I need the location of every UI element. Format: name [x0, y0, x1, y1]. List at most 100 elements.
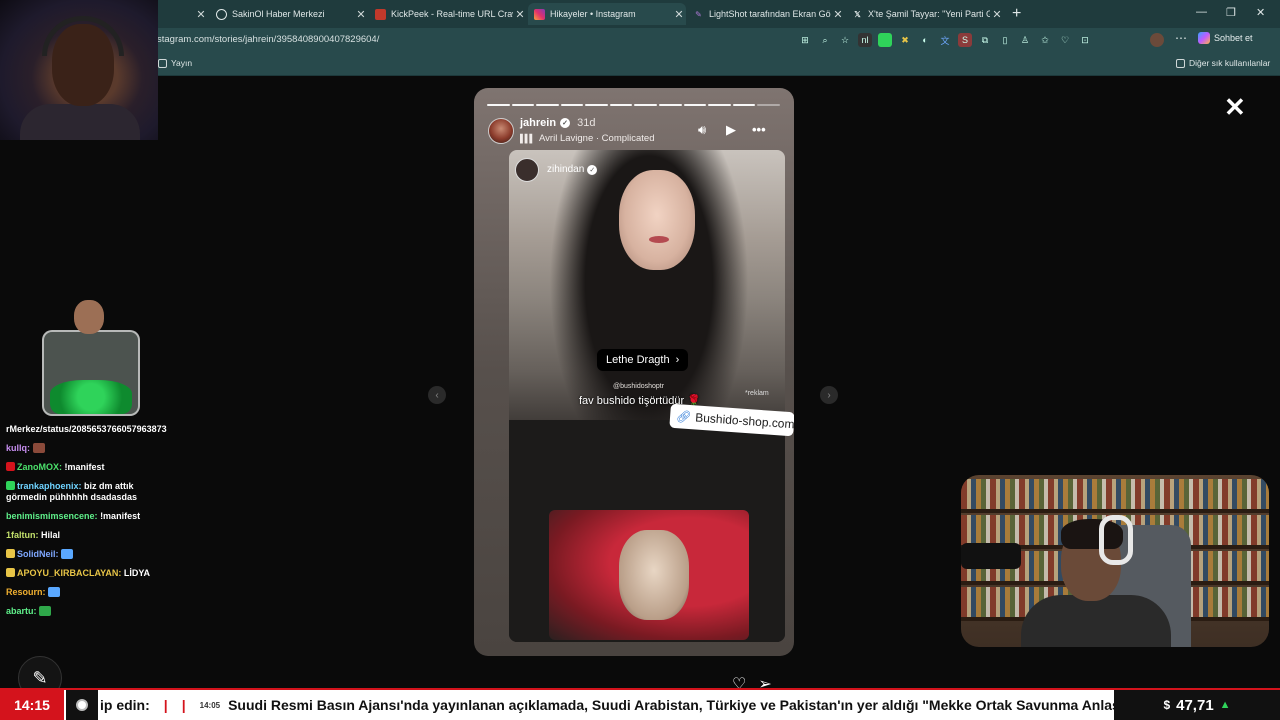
app-grid-icon[interactable]: ⊞ [798, 33, 812, 47]
headphones [1099, 515, 1133, 565]
volume-icon[interactable]: 🔊︎ [698, 122, 706, 138]
chat-badge [6, 462, 15, 471]
streamer-webcam-top [0, 0, 158, 140]
up-arrow-icon: ▲ [1219, 699, 1231, 711]
extension-circle-icon[interactable]: ◐ [918, 33, 932, 47]
story-progress [487, 104, 780, 106]
chat-badge [6, 481, 15, 490]
url-field[interactable]: stagram.com/stories/jahrein/395840890040… [157, 34, 379, 45]
streamer-webcam [961, 475, 1269, 647]
extension-nl-icon[interactable]: nl [858, 33, 872, 47]
close-window-icon[interactable]: ✕ [1256, 6, 1265, 19]
bookmark-icon [158, 58, 167, 68]
chat-emote [39, 606, 52, 616]
gem-jar-sticker [30, 300, 150, 418]
story-header: jahrein ✓ 31d [520, 117, 595, 129]
favorite-star-icon[interactable]: ☆ [838, 33, 852, 47]
copilot-button[interactable]: Sohbet et [1198, 32, 1253, 44]
extension-toolbar: ⊞ ⌕ ☆ nl ✖ ◐ 文 S ⧉ ▯ ♙ ✩ ♡ ⊡ [798, 33, 1092, 47]
verified-icon: ✓ [560, 118, 571, 128]
close-icon[interactable]: ✕ [194, 8, 208, 21]
address-bar: stagram.com/stories/jahrein/395840890040… [0, 28, 1280, 52]
x-logo-icon: 𝕏 [854, 9, 861, 19]
news-ticker: 14:15 ip edin: | | 14:05 Suudi Resmi Bas… [0, 688, 1280, 720]
profile-avatar[interactable] [1150, 33, 1164, 47]
story-username[interactable]: jahrein [520, 117, 556, 129]
kickpeek-icon [375, 8, 386, 20]
chat-message: APOYU_KIRBACLAYAN: LİDYA [6, 568, 176, 579]
chat-overlay: rMerkez/status/2085653766057963873 kullq… [6, 424, 176, 625]
bookmarks-bar: Yayın Diğer sık kullanılanlar [0, 52, 1280, 76]
chat-emote [32, 443, 45, 453]
translate-icon[interactable]: 文 [938, 33, 952, 47]
close-icon[interactable]: ✕ [672, 8, 686, 21]
new-tab-icon[interactable]: + [1012, 5, 1021, 23]
ticker-clock: 14:15 [0, 690, 64, 720]
tab-lightshot[interactable]: ✎ LightShot tarafından Ekran Görünt ✕ [687, 3, 845, 25]
chat-message: ZanoMOX: !manifest [6, 462, 176, 473]
extension-x-icon[interactable]: ✖ [898, 33, 912, 47]
chat-emote [48, 587, 61, 597]
extensions-puzzle-icon[interactable]: ⧉ [978, 33, 992, 47]
extension-green-icon[interactable] [878, 33, 892, 47]
minimize-icon[interactable]: — [1196, 6, 1207, 18]
bookmark-yayin[interactable]: Yayın [158, 58, 192, 68]
story-photo: zihindan ✓ Lethe Dragth › @bushidoshoptr… [509, 150, 785, 642]
tab-sakinol[interactable]: SakinOl Haber Merkezi ✕ [210, 3, 368, 25]
folder-icon [1176, 58, 1185, 68]
other-favorites[interactable]: Diğer sık kullanılanlar [1176, 58, 1270, 68]
split-screen-icon[interactable]: ▯ [998, 33, 1012, 47]
more-options-icon[interactable]: ••• [752, 122, 766, 137]
close-icon[interactable]: ✕ [513, 8, 527, 21]
close-icon[interactable]: ✕ [831, 8, 845, 21]
avatar[interactable] [488, 118, 514, 144]
mention-sticker[interactable]: Lethe Dragth › [597, 349, 689, 371]
next-story-arrow[interactable]: › [820, 386, 838, 404]
chat-link-fragment: rMerkez/status/2085653766057963873 [6, 424, 167, 434]
tab-x[interactable]: 𝕏 X'te Şamil Tayyar: "Yeni Parti Genel ✕ [846, 3, 1004, 25]
chat-badge [6, 549, 15, 558]
chat-message: 1faltun: Hilal [6, 530, 61, 540]
zoom-icon[interactable]: ⌕ [818, 33, 832, 47]
chat-message: abartu: [6, 606, 176, 617]
reshared-user[interactable]: zihindan ✓ [547, 164, 598, 175]
chat-emote [61, 549, 74, 559]
tab-0[interactable]: ✕ [158, 3, 210, 25]
music-bars-icon: ▌▌▌ [520, 134, 535, 143]
chat-message: trankaphoenix: biz dm attık görmedin püh… [6, 481, 138, 502]
close-icon[interactable]: ✕ [990, 8, 1004, 21]
more-menu-icon[interactable]: ⋯ [1175, 31, 1187, 45]
story-card[interactable]: jahrein ✓ 31d ▌▌▌ Avril Lavigne · Compli… [474, 88, 794, 656]
instagram-icon [534, 8, 545, 20]
story-age: 31d [577, 117, 596, 129]
currency-rate: $ 47,71 ▲ [1114, 690, 1280, 720]
tab-instagram[interactable]: Hikayeler • Instagram ✕ [528, 3, 686, 25]
chat-message: kullq: [6, 443, 176, 454]
close-icon[interactable]: ✕ [354, 8, 368, 21]
ad-label: *reklam [745, 390, 769, 397]
copilot-icon [1198, 32, 1210, 44]
feather-icon: ✎ [695, 9, 702, 19]
story-music[interactable]: ▌▌▌ Avril Lavigne · Complicated [520, 133, 654, 144]
favorites-icon[interactable]: ✩ [1038, 33, 1052, 47]
chat-message: benimismimsencene: !manifest [6, 511, 141, 521]
chat-badge [6, 568, 15, 577]
chat-message: Resourn: [6, 587, 176, 598]
reshared-avatar[interactable] [515, 158, 539, 182]
restore-icon[interactable]: ❐ [1226, 6, 1236, 19]
globe-icon [216, 8, 227, 20]
previous-story-arrow[interactable]: ‹ [428, 386, 446, 404]
chevron-right-icon: › [675, 354, 680, 366]
tab-kickpeek[interactable]: KickPeek - Real-time URL Crawler ✕ [369, 3, 527, 25]
collections-icon[interactable]: ⊡ [1078, 33, 1092, 47]
ticker-headline: ip edin: | | 14:05 Suudi Resmi Basın Aja… [100, 697, 1114, 713]
microphone [961, 543, 1021, 569]
watermark: @bushidoshoptr [613, 383, 665, 390]
link-icon: 🔗︎ [675, 409, 692, 425]
close-story-icon[interactable]: ✕ [1224, 94, 1246, 120]
performance-icon[interactable]: ♙ [1018, 33, 1032, 47]
extension-s-icon[interactable]: S [958, 33, 972, 47]
live-indicator-icon [66, 690, 98, 720]
health-icon[interactable]: ♡ [1058, 33, 1072, 47]
play-icon[interactable]: ▶ [726, 122, 736, 138]
